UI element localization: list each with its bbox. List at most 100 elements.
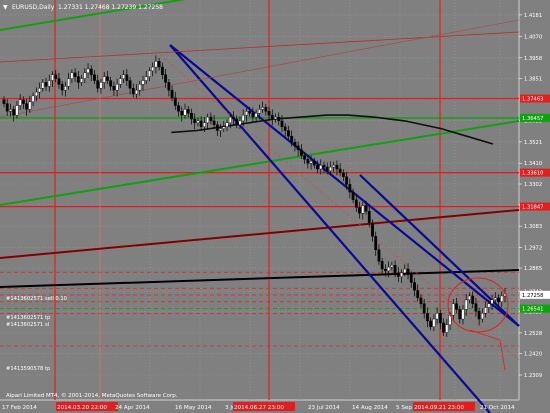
candle-body [316,164,319,170]
candle-body [76,76,80,83]
candle-body [135,89,138,95]
candle-body [367,211,371,224]
candle-body [138,84,142,91]
candle-body [80,78,83,83]
candle-body [409,274,413,283]
candle-body [196,120,200,124]
candle-body [471,295,475,304]
candle-body [497,297,500,302]
candle-body [293,141,297,147]
candle-body [241,114,245,122]
candle-body [348,184,352,193]
candle-body [426,313,429,322]
price-tag-label: 1.27258 [522,293,543,299]
price-tag-label: 1.37463 [522,97,543,103]
price-tick-label: 1.3302 [524,182,542,188]
candle-body [193,118,197,124]
price-tag-label: 1.31847 [522,205,543,211]
price-tick-label: 1.2528 [524,331,542,337]
candle-body [251,113,255,118]
price-tag-label: 1.26541 [522,307,543,313]
candle-body [461,309,465,320]
candle-body [12,109,16,116]
price-chart[interactable]: #1413602571 sell 0.10#1413602571 tp#1413… [0,0,550,413]
candle-body [351,191,355,200]
candle-body [442,322,445,333]
candle-body [99,82,103,89]
candle-body [387,266,391,272]
time-tick-label: 17 Feb 2014 [2,405,37,411]
candle-body [199,120,203,127]
candle-body [487,303,491,308]
candle-body [64,86,67,91]
candle-body [173,97,177,106]
candle-body [445,324,449,333]
candle-body [245,111,248,116]
candle-body [380,261,384,270]
candle-body [67,78,71,87]
candle-body [18,99,22,106]
candle-body [406,268,410,275]
candle-body [464,299,468,310]
candle-body [47,80,51,87]
time-tick-label: 2014.09.21 23:00 [414,405,464,411]
price-tick-label: 1.2972 [524,245,542,251]
candle-body [329,166,332,172]
candle-body [102,76,106,83]
order-label: #1413602571 sl [6,322,49,328]
candle-body [154,61,158,68]
candle-body [125,74,129,81]
candle-body [86,68,90,74]
candle-body [484,307,488,314]
candle-body [277,116,281,122]
candle-body [254,113,258,118]
price-tick-label: 1.4070 [524,34,542,40]
candle-body [322,164,326,168]
candle-body [403,268,407,274]
candle-body [190,113,193,120]
candle-body [290,136,294,143]
candle-body [109,80,113,87]
candle-body [287,130,290,137]
time-tick-label: 24 Apr 2014 [115,405,150,411]
candle-body [106,76,109,81]
candle-body [57,78,61,85]
candle-body [341,172,345,177]
candle-body [177,105,180,112]
plot-area [0,0,519,400]
candle-body [235,118,239,125]
price-tick-label: 1.4181 [524,13,542,19]
candle-body [167,82,171,91]
candle-body [384,268,387,272]
candle-body [493,297,497,300]
candle-body [416,289,420,299]
candle-body [115,84,119,91]
candle-body [274,116,277,120]
candle-body [332,164,336,168]
candle-body [38,88,41,93]
candle-body [232,116,235,120]
copyright-text: Alpari Limited MT4, © 2001-2014, MetaQuo… [6,392,178,399]
candle-body [83,72,87,79]
candle-body [25,103,29,110]
candle-body [148,70,151,77]
candle-body [2,99,6,104]
price-tick-label: 1.3521 [524,140,542,146]
candle-body [335,164,339,170]
candle-body [419,297,423,304]
candle-body [186,109,190,114]
price-tick-label: 1.3083 [524,224,542,230]
candle-body [202,122,206,127]
candle-body [96,80,100,89]
time-tick-label: 16 May 2014 [175,405,212,411]
chart-menu-icon[interactable]: ▼ [3,4,8,11]
candle-body [112,86,116,91]
candle-body [312,161,316,166]
candle-body [60,84,64,91]
candle-body [228,116,232,124]
candle-body [299,149,303,156]
candle-body [44,82,48,87]
candle-body [296,145,300,150]
order-label: #1413602571 sell 0.10 [6,296,67,302]
candle-body [361,205,365,214]
